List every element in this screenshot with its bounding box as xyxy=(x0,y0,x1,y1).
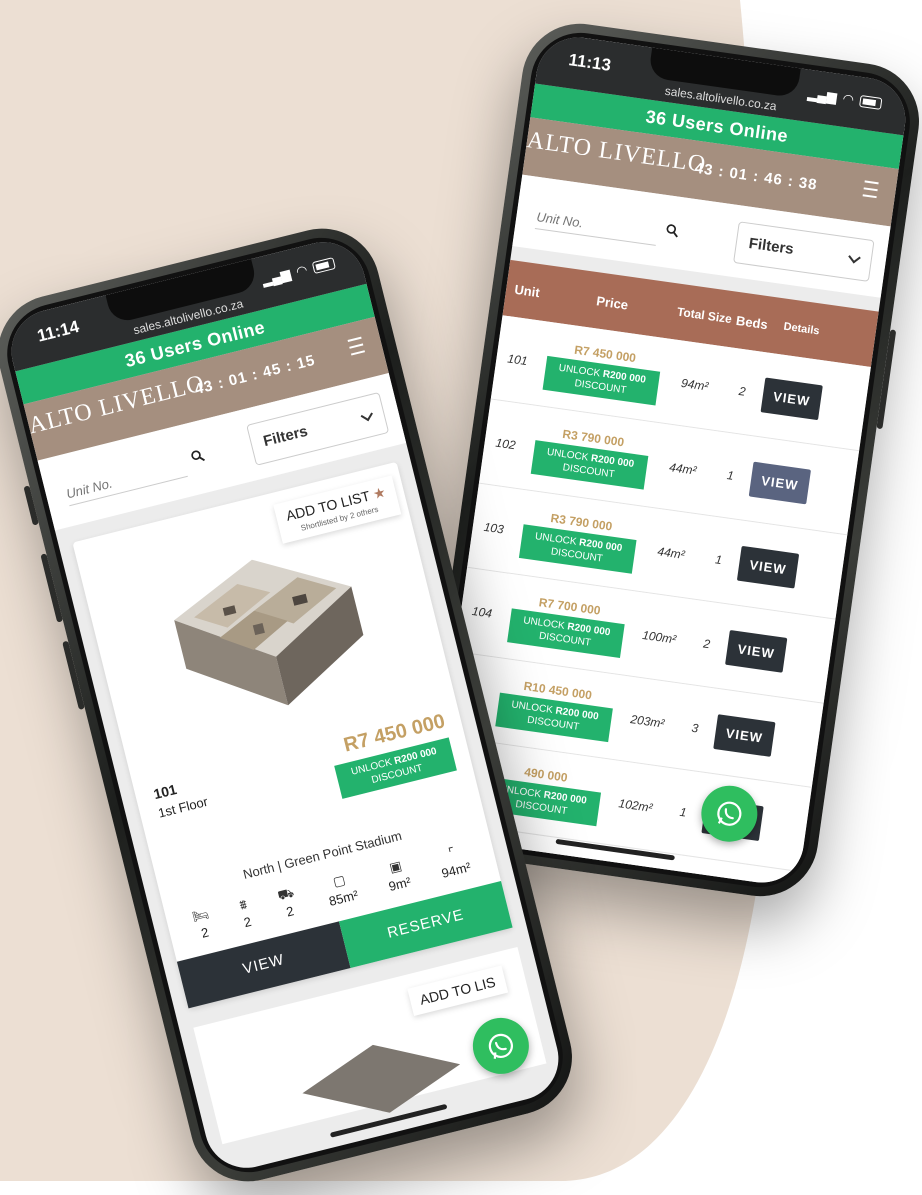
floor-plan-render-2 xyxy=(302,1044,461,1113)
row-unit: 102 xyxy=(494,435,517,453)
row-price-cell: R10 450 000 UNLOCK R200 000 DISCOUNT xyxy=(487,674,623,743)
add-to-list-label-2: ADD TO LIS xyxy=(418,973,498,1008)
row-price-cell: R3 790 000 UNLOCK R200 000 DISCOUNT xyxy=(511,506,647,575)
row-beds: 2 xyxy=(737,383,747,399)
unit-number-input[interactable] xyxy=(534,205,659,246)
unlock-label: UNLOCK xyxy=(558,362,601,379)
row-view-button[interactable]: VIEW xyxy=(737,545,799,589)
battery-icon xyxy=(311,257,336,275)
row-size: 44m² xyxy=(656,544,686,562)
row-unit: 104 xyxy=(471,603,493,621)
row-beds: 1 xyxy=(678,804,688,820)
row-size: 203m² xyxy=(629,712,666,731)
shower-icon: ⩩ xyxy=(238,896,249,913)
filters-label: Filters xyxy=(747,234,795,259)
chevron-down-icon xyxy=(848,250,861,264)
signal-icon: ▂▄▆ xyxy=(806,85,838,105)
row-unit: 101 xyxy=(506,351,529,369)
row-details-cell: VIEW xyxy=(760,377,824,420)
header-details: Details xyxy=(782,320,821,338)
search-icon[interactable] xyxy=(190,448,206,464)
row-beds: 2 xyxy=(702,636,712,652)
feature-item: ▢ 85m² xyxy=(323,870,359,909)
row-details-cell: VIEW xyxy=(712,713,776,757)
feature-item: ▣ 9m² xyxy=(383,857,412,894)
row-view-button[interactable]: VIEW xyxy=(749,461,811,504)
row-details-cell: VIEW xyxy=(736,545,800,589)
wifi-icon: ◠ xyxy=(841,90,855,108)
feature-value: 2 xyxy=(242,913,253,931)
header-price[interactable]: Price xyxy=(547,286,678,319)
row-beds: 1 xyxy=(726,468,735,483)
row-size: 102m² xyxy=(617,796,654,815)
countdown-timer: 43 : 01 : 45 : 15 xyxy=(193,351,318,399)
row-view-button[interactable]: VIEW xyxy=(760,377,823,420)
row-size: 44m² xyxy=(668,460,698,478)
filters-dropdown[interactable]: Filters xyxy=(733,221,875,282)
feature-item: ⌜ 94m² xyxy=(436,842,472,881)
unlock-label: UNLOCK xyxy=(522,614,566,632)
row-size: 100m² xyxy=(641,627,678,647)
unlock-label: UNLOCK xyxy=(546,446,590,464)
row-size: 94m² xyxy=(680,375,710,394)
feature-item: ⩩ 2 xyxy=(238,896,253,930)
unit-number-input[interactable] xyxy=(63,453,188,507)
chevron-down-icon xyxy=(360,408,373,422)
filters-label: Filters xyxy=(261,422,310,451)
star-icon: ★ xyxy=(371,483,388,503)
row-unit: 103 xyxy=(482,519,505,537)
row-details-cell: VIEW xyxy=(724,629,788,673)
feature-item: 🛏 2 xyxy=(191,906,215,942)
battery-icon xyxy=(858,94,883,110)
header-unit[interactable]: Unit xyxy=(505,280,549,301)
row-beds: 1 xyxy=(714,552,723,568)
feature-item: ⛟ 2 xyxy=(276,885,300,921)
menu-icon[interactable] xyxy=(347,336,366,356)
search-icon[interactable] xyxy=(665,223,680,238)
row-details-cell: VIEW xyxy=(748,461,812,504)
row-price-cell: R7 700 000 UNLOCK R200 000 DISCOUNT xyxy=(499,590,635,659)
feature-value: 2 xyxy=(199,924,211,941)
unlock-label: UNLOCK xyxy=(510,698,554,716)
whatsapp-icon xyxy=(488,1033,513,1059)
row-view-button[interactable]: VIEW xyxy=(713,713,776,757)
header-total-size[interactable]: Total Size xyxy=(676,304,733,326)
row-beds: 3 xyxy=(690,720,700,736)
wifi-icon: ◠ xyxy=(294,261,310,280)
whatsapp-icon xyxy=(717,801,742,826)
row-price-cell: R7 450 000 UNLOCK R200 000 DISCOUNT xyxy=(535,337,671,406)
floor-plan-render xyxy=(174,559,364,706)
row-view-button[interactable]: VIEW xyxy=(725,629,788,673)
add-to-list-button-2[interactable]: ADD TO LIS xyxy=(407,965,509,1017)
row-price-cell: R3 790 000 UNLOCK R200 000 DISCOUNT xyxy=(523,422,659,491)
countdown-timer: 43 : 01 : 46 : 38 xyxy=(693,159,819,194)
car-icon: ⛟ xyxy=(275,884,296,904)
unlock-label: UNLOCK xyxy=(534,530,578,548)
header-beds[interactable]: Beds xyxy=(731,312,773,332)
filters-dropdown[interactable]: Filters xyxy=(246,391,390,466)
menu-icon[interactable] xyxy=(862,180,879,199)
